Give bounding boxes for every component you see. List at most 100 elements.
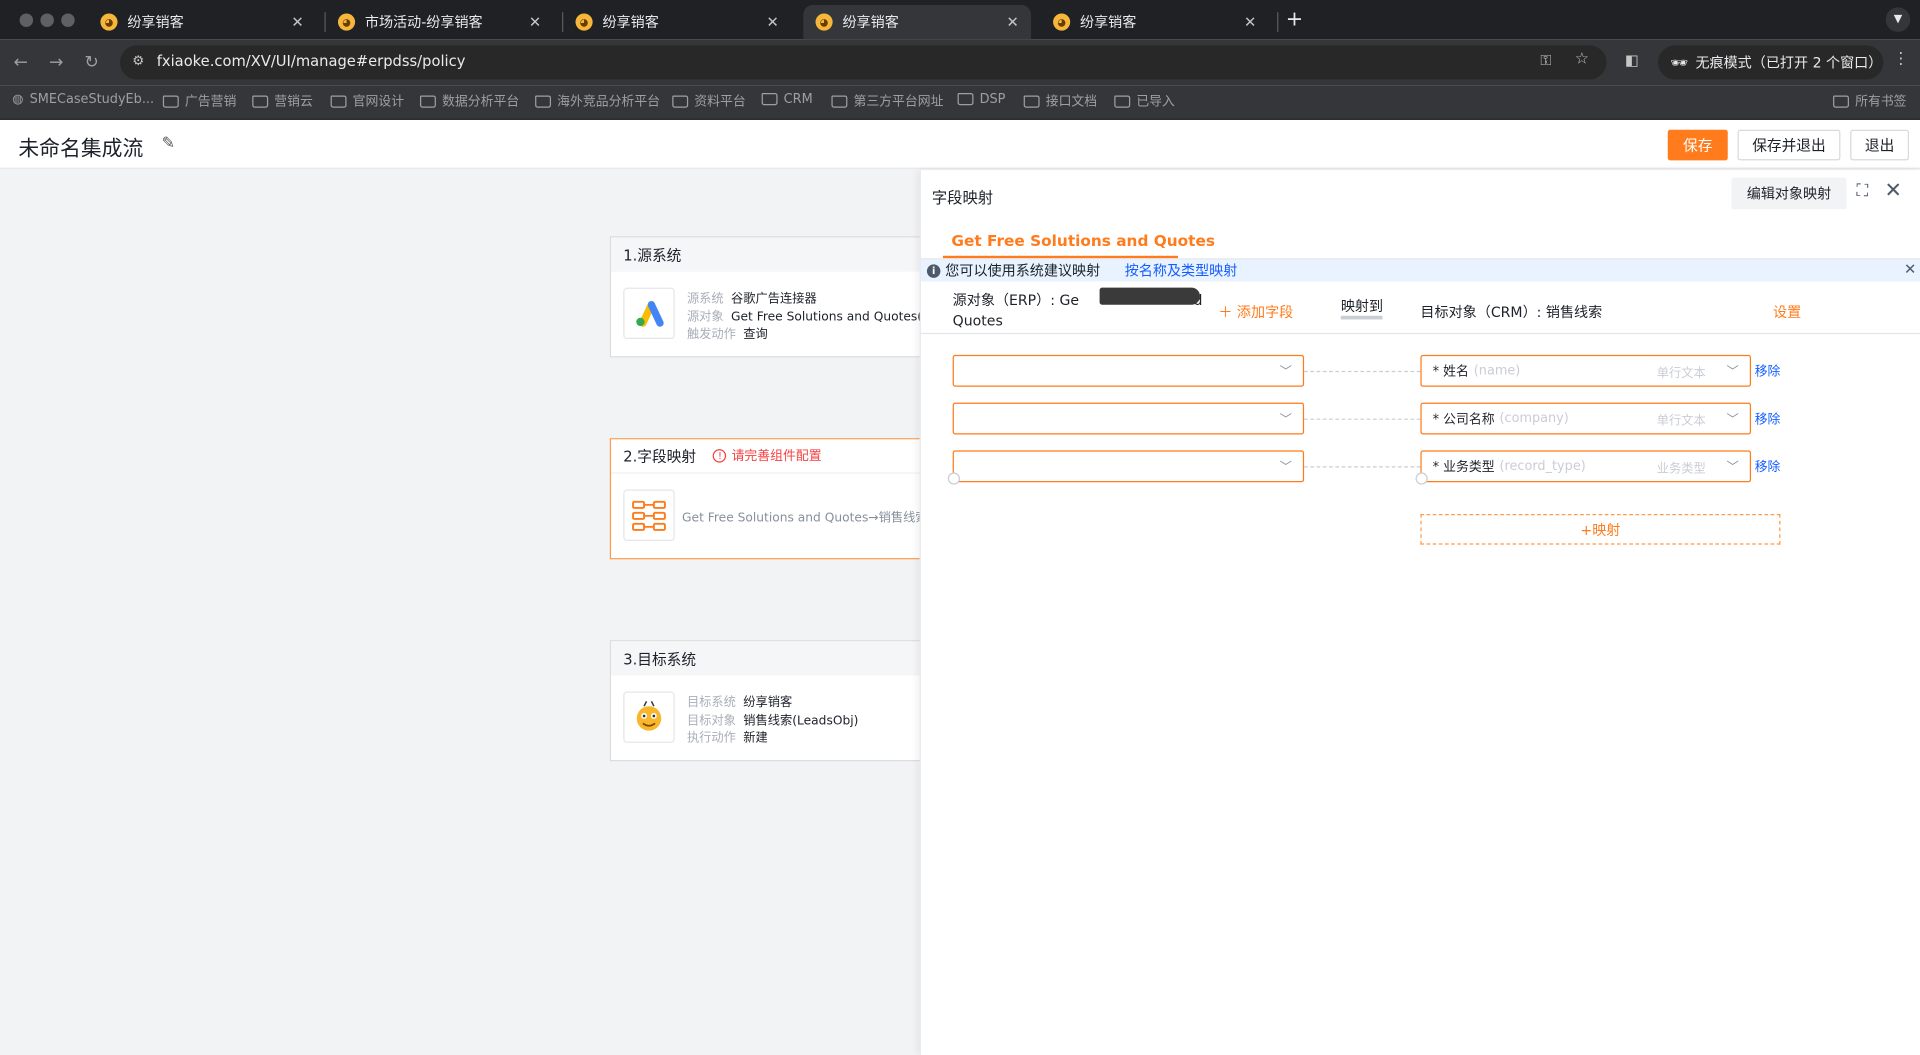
config-warning: ! 请完善组件配置 [713,447,822,465]
auto-map-link[interactable]: 按名称及类型映射 [1125,261,1238,281]
chevron-down-icon: ﹀ [1279,461,1292,475]
folder-icon [1833,94,1849,108]
back-arrow-icon[interactable]: ← [13,53,27,73]
bookmark-label: 海外竞品分析平台 [557,94,661,109]
card-row: 源对象 Get Free Solutions and Quotes(913 [687,306,946,324]
new-tab-plus-icon[interactable]: + [1286,7,1303,31]
source-field-select[interactable]: ﹀ [952,450,1305,483]
incognito-label: 无痕模式（已打开 2 个窗口） [1695,53,1883,71]
close-tab-icon[interactable]: ✕ [766,13,778,30]
bookmark-folder[interactable]: 接口文档 [1023,92,1098,110]
close-tab-icon[interactable]: ✕ [529,13,541,30]
password-key-icon[interactable]: ⚿ [1540,51,1551,69]
add-mapping-button[interactable]: +映射 [1420,514,1781,545]
reload-icon[interactable]: ↻ [84,53,98,73]
site-info-icon[interactable]: ⚙ [132,53,144,69]
bookmark-item[interactable]: ◍ SMECaseStudyEb... [12,92,154,107]
add-field-button[interactable]: ＋ 添加字段 [1218,302,1293,322]
browser-tab-active[interactable]: ◕ 纷享销客 ✕ [803,4,1032,40]
row-key: 目标系统 [686,696,736,710]
mapping-suggestion-banner: i 您可以使用系统建议映射 按名称及类型映射 ✕ [920,259,1920,282]
expand-circle-icon[interactable] [947,472,961,485]
edit-pencil-icon[interactable]: ✎ [162,135,175,153]
browser-tab[interactable]: ◕ 纷享销客 ✕ [88,5,316,39]
source-field-select[interactable]: ﹀ [952,402,1305,435]
field-mapping-card[interactable]: 2.字段映射 ! 请完善组件配置 Get Free Solutions and … [609,438,929,560]
expand-circle-icon[interactable] [1415,472,1428,485]
save-and-exit-button[interactable]: 保存并退出 [1737,129,1841,161]
bookmark-folder[interactable]: 第三方平台网址 [831,92,943,110]
remove-mapping-link[interactable]: 移除 [1755,362,1781,380]
target-system-card[interactable]: 3.目标系统 目标系统 纷享销客 目标对象 销售线索(LeadsObj) 执行动作新… [609,640,929,762]
settings-link[interactable]: 设置 [1773,302,1801,322]
browser-tab-label: 纷享销客 [1080,13,1137,31]
folder-icon [1023,94,1040,108]
folder-icon [831,94,848,108]
exit-button[interactable]: 退出 [1850,129,1909,161]
target-field-type: 单行文本 [1656,366,1706,381]
bookmarks-bar: ◍ SMECaseStudyEb... 广告营销 营销云 官网设计 数据分析平台 … [0,85,1920,120]
bookmark-label: 数据分析平台 [442,94,520,109]
bookmark-label: SMECaseStudyEb... [29,91,155,107]
folder-icon [1114,94,1131,108]
target-field-select[interactable]: * 业务类型 (record_type) 业务类型 ﹀ [1420,450,1752,483]
window-zoom-dot[interactable] [61,13,75,27]
card-header: 2.字段映射 ! 请完善组件配置 [611,439,927,474]
bookmark-folder[interactable]: 海外竞品分析平台 [535,92,660,110]
browser-toolbar: ← → ↻ ⚙ fxiaoke.com/XV/UI/manage#erpdss/… [0,39,1920,86]
source-object-line2: Quotes [952,312,1003,330]
row-value: 查询 [743,328,768,342]
remove-mapping-link[interactable]: 移除 [1755,410,1781,428]
browser-tab[interactable]: ◕ 纷享销客 ✕ [1041,5,1269,39]
forward-arrow-icon[interactable]: → [49,53,63,73]
bookmark-folder[interactable]: 已导入 [1114,92,1175,110]
all-bookmarks[interactable]: 所有书签 [1833,92,1907,110]
fxiaoke-favicon-icon: ◕ [100,13,118,31]
folder-icon [957,93,974,106]
bookmark-folder[interactable]: DSP [957,91,1006,107]
close-tab-icon[interactable]: ✕ [291,13,303,30]
source-system-card[interactable]: 1.源系统 源系统 谷歌广告连接器 源对象 Get Free Solutions a… [609,236,945,358]
bookmark-folder[interactable]: CRM [761,92,813,106]
header-divider [920,332,1920,335]
browser-tab[interactable]: ◕ 市场活动-纷享销客 ✕ [326,5,554,39]
fullscreen-icon[interactable]: ⛶ [1856,181,1868,201]
tab-search-chevron-icon[interactable]: ▼ [1885,7,1911,32]
bookmark-folder[interactable]: 营销云 [252,92,313,110]
folder-icon [252,94,269,108]
folder-icon [672,94,689,108]
close-tab-icon[interactable]: ✕ [1244,13,1256,30]
card-row: 触发动作 查询 [687,323,768,341]
window-minimize-dot[interactable] [40,13,54,27]
close-tab-icon[interactable]: ✕ [1006,13,1018,30]
side-panel-icon[interactable]: ◧ [1625,51,1639,68]
bookmark-label: 接口文档 [1045,94,1098,109]
drawer-title: 字段映射 [931,188,994,207]
address-bar[interactable]: ⚙ fxiaoke.com/XV/UI/manage#erpdss/policy… [120,45,1607,80]
target-field-select[interactable]: * 公司名称 (company) 单行文本 ﹀ [1420,402,1752,435]
bookmark-star-icon[interactable]: ☆ [1575,50,1589,68]
bookmark-folder[interactable]: 官网设计 [330,92,404,110]
mapping-connector [1304,370,1421,373]
browser-tab[interactable]: ◕ 纷享销客 ✕ [563,5,791,39]
target-field-select[interactable]: * 姓名 (name) 单行文本 ﹀ [1420,354,1752,387]
bookmark-label: DSP [979,91,1006,107]
save-button[interactable]: 保存 [1667,129,1728,161]
bookmark-folder[interactable]: 资料平台 [672,92,746,110]
bookmark-folder[interactable]: 广告营销 [162,92,236,110]
row-value: 新建 [743,731,768,746]
tab-object-mapping[interactable]: Get Free Solutions and Quotes [951,231,1215,249]
window-close-dot[interactable] [19,13,34,27]
target-field-api: (name) [1473,363,1521,379]
url-text[interactable]: fxiaoke.com/XV/UI/manage#erpdss/policy [157,53,466,70]
incognito-indicator[interactable]: 🕶 无痕模式（已打开 2 个窗口） [1657,45,1884,80]
globe-icon: ◍ [12,91,24,107]
edit-object-mapping-button[interactable]: 编辑对象映射 [1731,177,1847,210]
map-arrow-icon [1340,315,1383,320]
bookmark-folder[interactable]: 数据分析平台 [420,92,519,110]
close-banner-icon[interactable]: ✕ [1904,261,1916,278]
close-drawer-icon[interactable]: ✕ [1884,179,1901,203]
browser-menu-icon[interactable]: ⋮ [1893,50,1909,68]
remove-mapping-link[interactable]: 移除 [1755,458,1781,476]
source-field-select[interactable]: ﹀ [952,354,1305,387]
